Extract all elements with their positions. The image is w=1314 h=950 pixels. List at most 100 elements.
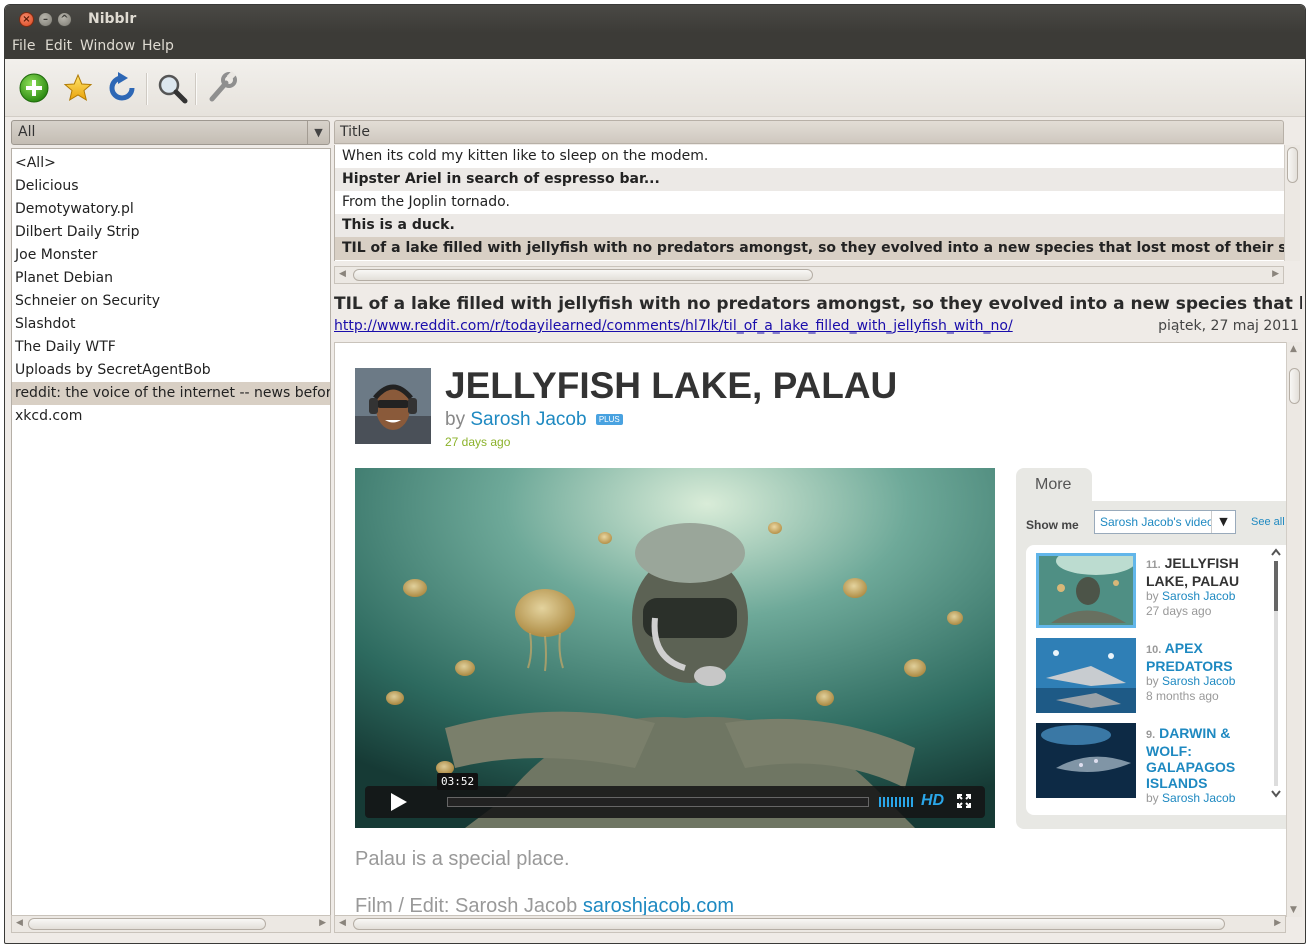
video-player[interactable]: 03:52 HD: [355, 468, 995, 828]
feed-item[interactable]: Uploads by SecretAgentBob: [12, 359, 330, 382]
more-tab[interactable]: More: [1016, 468, 1092, 502]
scroll-left-icon[interactable]: ◀: [16, 918, 23, 928]
toolbar-separator: [195, 73, 197, 105]
scroll-right-icon[interactable]: ▶: [319, 918, 326, 928]
feed-list-horizontal-scrollbar[interactable]: ◀ ▶: [11, 915, 331, 933]
menu-window[interactable]: Window: [80, 38, 135, 54]
show-me-select[interactable]: Sarosh Jacob's videos ▼: [1094, 510, 1236, 534]
video-thumbnail[interactable]: [1036, 553, 1136, 628]
article-url-link[interactable]: http://www.reddit.com/r/todayilearned/co…: [334, 318, 1013, 334]
video-item-author[interactable]: Sarosh Jacob: [1162, 589, 1235, 603]
play-button[interactable]: [375, 790, 421, 814]
refresh-button[interactable]: [105, 71, 139, 105]
scroll-left-icon[interactable]: ◀: [339, 269, 346, 279]
more-videos-panel: Show me Sarosh Jacob's videos ▼ See all: [1016, 501, 1301, 829]
feed-item[interactable]: Dilbert Daily Strip: [12, 221, 330, 244]
maximize-window-button[interactable]: ^: [57, 12, 72, 27]
web-view-vertical-scrollbar[interactable]: ▲ ▼: [1286, 342, 1302, 917]
web-view-horizontal-scrollbar[interactable]: ◀ ▶: [334, 915, 1286, 933]
fullscreen-button[interactable]: [957, 794, 971, 808]
feed-item[interactable]: The Daily WTF: [12, 336, 330, 359]
feed-item[interactable]: Demotywatory.pl: [12, 198, 330, 221]
volume-control[interactable]: [879, 795, 913, 809]
video-number: 9.: [1146, 729, 1156, 741]
article-list-horizontal-scrollbar[interactable]: ◀ ▶: [334, 266, 1284, 284]
article-row-selected[interactable]: TIL of a lake filled with jellyfish with…: [335, 237, 1285, 260]
scroll-up-icon[interactable]: ▲: [1290, 344, 1297, 354]
search-button[interactable]: [155, 71, 189, 105]
article-heading: TIL of a lake filled with jellyfish with…: [334, 294, 1302, 314]
feed-item[interactable]: <All>: [12, 152, 330, 175]
article-row[interactable]: This is a duck.: [335, 214, 1285, 237]
author-link[interactable]: Sarosh Jacob: [470, 409, 586, 430]
scroll-right-icon[interactable]: ▶: [1274, 918, 1281, 928]
more-video-info: 11. JELLYFISH LAKE, PALAU by Sarosh Jaco…: [1146, 555, 1264, 619]
scrollbar-thumb[interactable]: [353, 918, 1225, 930]
feed-list: <All> Delicious Demotywatory.pl Dilbert …: [11, 148, 331, 917]
minimize-window-button[interactable]: –: [38, 12, 53, 27]
preferences-button[interactable]: [204, 71, 238, 105]
video-item-title[interactable]: DARWIN & WOLF: GALAPAGOS ISLANDS: [1146, 725, 1235, 791]
article-list-pane: Title When its cold my kitten like to sl…: [334, 118, 1302, 288]
title-column-header[interactable]: Title: [334, 120, 1284, 144]
more-video-item[interactable]: 9. DARWIN & WOLF: GALAPAGOS ISLANDS by S…: [1036, 723, 1286, 806]
feed-item-selected[interactable]: reddit: the voice of the internet -- new…: [12, 382, 330, 405]
show-me-value: Sarosh Jacob's videos: [1100, 515, 1212, 529]
favorite-button[interactable]: [61, 71, 95, 105]
feed-item[interactable]: xkcd.com: [12, 405, 330, 428]
add-feed-button[interactable]: [17, 71, 51, 105]
scroll-down-icon[interactable]: ▼: [1290, 905, 1297, 915]
star-icon: [63, 73, 93, 102]
article-row[interactable]: When its cold my kitten like to sleep on…: [335, 145, 1285, 168]
add-feed-icon: [19, 73, 49, 103]
more-list-scrollbar[interactable]: [1269, 545, 1283, 815]
feed-item[interactable]: Schneier on Security: [12, 290, 330, 313]
close-icon: ×: [22, 14, 31, 25]
article-list-vertical-scrollbar[interactable]: [1284, 145, 1300, 261]
video-byline: by Sarosh Jacob PLUS: [445, 409, 623, 431]
video-thumbnail[interactable]: [1036, 638, 1136, 713]
title-bar: × – ^ Nibblr: [5, 5, 1305, 33]
search-icon: [158, 74, 188, 104]
app-window: × – ^ Nibblr File Edit Window Help All ▼…: [4, 4, 1306, 944]
fullscreen-icon: [957, 794, 971, 808]
feed-item[interactable]: Joe Monster: [12, 244, 330, 267]
see-all-link[interactable]: See all: [1251, 516, 1285, 528]
toolbar-separator: [146, 73, 148, 105]
scroll-left-icon[interactable]: ◀: [339, 918, 346, 928]
article-date: piątek, 27 maj 2011: [1158, 318, 1299, 334]
menu-file[interactable]: File: [12, 38, 35, 54]
author-avatar[interactable]: [355, 368, 431, 444]
chevron-down-icon: ▼: [307, 121, 329, 144]
feed-filter-value: All: [18, 124, 36, 140]
menu-help[interactable]: Help: [142, 38, 174, 54]
video-item-author[interactable]: Sarosh Jacob: [1162, 674, 1235, 688]
author-avatar-image: [355, 368, 431, 444]
feed-filter-select[interactable]: All ▼: [11, 120, 330, 145]
video-item-author[interactable]: Sarosh Jacob: [1162, 791, 1235, 805]
feed-item[interactable]: Planet Debian: [12, 267, 330, 290]
video-thumbnail-image: [1036, 723, 1136, 798]
progress-bar[interactable]: [447, 797, 869, 807]
scrollbar-thumb[interactable]: [353, 269, 813, 281]
video-thumbnail[interactable]: [1036, 723, 1136, 798]
scrollbar-thumb[interactable]: [28, 918, 266, 930]
article-row[interactable]: From the Joplin tornado.: [335, 191, 1285, 214]
hd-toggle[interactable]: HD: [921, 792, 944, 810]
feed-item[interactable]: Slashdot: [12, 313, 330, 336]
article-row[interactable]: Hipster Ariel in search of espresso bar.…: [335, 168, 1285, 191]
scrollbar-thumb[interactable]: [1289, 368, 1300, 404]
more-video-item[interactable]: 11. JELLYFISH LAKE, PALAU by Sarosh Jaco…: [1036, 553, 1286, 633]
more-video-info: 9. DARWIN & WOLF: GALAPAGOS ISLANDS by S…: [1146, 725, 1264, 806]
menu-edit[interactable]: Edit: [45, 38, 72, 54]
more-video-item[interactable]: 10. APEX PREDATORS by Sarosh Jacob 8 mon…: [1036, 638, 1286, 718]
feed-item[interactable]: Delicious: [12, 175, 330, 198]
credit-link[interactable]: saroshjacob.com: [583, 895, 734, 916]
chevron-down-icon: ▼: [1211, 511, 1235, 533]
posted-time: 27 days ago: [445, 435, 511, 449]
scroll-right-icon[interactable]: ▶: [1272, 269, 1279, 279]
credit-text: Film / Edit: Sarosh Jacob: [355, 895, 578, 917]
window-title: Nibblr: [88, 11, 137, 27]
scrollbar-thumb[interactable]: [1287, 147, 1298, 183]
close-window-button[interactable]: ×: [19, 12, 34, 27]
